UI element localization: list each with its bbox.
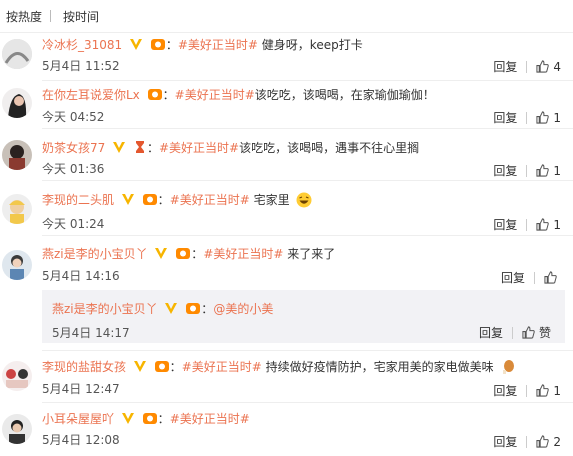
like-count: 4 bbox=[553, 59, 561, 74]
vip-v-icon[interactable] bbox=[133, 359, 147, 373]
topic-tag[interactable]: #美好正当时# bbox=[170, 412, 250, 426]
like-button[interactable]: 1 bbox=[536, 164, 561, 178]
comment-time: 5月4日 11:52 bbox=[42, 59, 120, 73]
comment-username[interactable]: 冷冰杉_31081 bbox=[42, 38, 122, 52]
comment-item: 李现的二头肌 ：#美好正当时# 宅家里 今天 01:24 回复 1 bbox=[0, 180, 573, 232]
topic-tag[interactable]: #美好正当时# bbox=[203, 247, 283, 261]
like-button[interactable]: 1 bbox=[536, 384, 561, 398]
thumbs-up-icon bbox=[536, 60, 550, 73]
reply-button[interactable]: 回复 bbox=[493, 109, 517, 126]
comment-item: 冷冰杉_31081 ：#美好正当时# 健身呀，keep打卡 5月4日 11:52… bbox=[0, 32, 573, 80]
fan-medal-icon[interactable] bbox=[175, 246, 191, 260]
fan-medal-icon[interactable] bbox=[154, 359, 170, 373]
thumbs-up-icon bbox=[522, 326, 535, 339]
like-button[interactable]: 4 bbox=[536, 60, 561, 74]
thumbs-up-icon bbox=[536, 435, 550, 448]
comment-text: 该吃吃，该喝喝，遇事不往心里搁 bbox=[239, 141, 420, 155]
fan-medal-icon[interactable] bbox=[142, 411, 158, 425]
like-count: 1 bbox=[553, 217, 561, 232]
comment-item: 李现的盐甜女孩 ：#美好正当时# 持续做好疫情防护，宅家用美的家电做美味 5月4… bbox=[0, 350, 573, 402]
fan-medal-icon[interactable] bbox=[142, 192, 158, 206]
like-count: 1 bbox=[553, 110, 561, 125]
reply-button[interactable]: 回复 bbox=[493, 382, 517, 399]
thumbs-up-icon bbox=[544, 271, 557, 284]
avatar[interactable] bbox=[2, 250, 32, 280]
drumstick-emoji-icon bbox=[503, 360, 515, 374]
thumbs-up-icon bbox=[536, 164, 550, 177]
reply-button[interactable]: 回复 bbox=[493, 162, 517, 179]
comment-time: 5月4日 12:47 bbox=[42, 382, 120, 396]
avatar[interactable] bbox=[2, 39, 32, 69]
like-count: 1 bbox=[553, 383, 561, 398]
comment-username[interactable]: 燕zi是李的小宝贝丫 bbox=[42, 247, 148, 261]
like-button[interactable] bbox=[544, 271, 561, 284]
like-button[interactable]: 1 bbox=[536, 111, 561, 125]
comment-time: 今天 04:52 bbox=[42, 110, 105, 124]
mention-link[interactable]: @美的小美 bbox=[213, 302, 273, 316]
comment-item: 小耳朵屋屋吖 ：#美好正当时# 5月4日 12:08 回复 2 bbox=[0, 402, 573, 456]
thumbs-up-icon bbox=[536, 218, 550, 231]
avatar[interactable] bbox=[2, 361, 32, 391]
vip-v-icon[interactable] bbox=[121, 411, 135, 425]
topic-tag[interactable]: #美好正当时# bbox=[182, 360, 262, 374]
comment-username[interactable]: 李现的二头肌 bbox=[42, 193, 114, 207]
sort-divider bbox=[50, 10, 52, 22]
sort-bar: 按热度 按时间 bbox=[0, 0, 573, 33]
comment-username[interactable]: 奶茶女孩77 bbox=[42, 141, 105, 155]
topic-tag[interactable]: #美好正当时# bbox=[175, 88, 255, 102]
thumbs-up-icon bbox=[536, 384, 550, 397]
avatar[interactable] bbox=[2, 88, 32, 118]
vip-v-icon[interactable] bbox=[129, 37, 143, 51]
avatar[interactable] bbox=[2, 414, 32, 444]
comment-text: 持续做好疫情防护，宅家用美的家电做美味 bbox=[261, 360, 494, 374]
comment-time: 今天 01:36 bbox=[42, 162, 105, 176]
like-button[interactable]: 2 bbox=[536, 435, 561, 449]
topic-tag[interactable]: #美好正当时# bbox=[159, 141, 239, 155]
like-label: 赞 bbox=[538, 326, 551, 340]
topic-tag[interactable]: #美好正当时# bbox=[170, 193, 250, 207]
comment-time: 5月4日 12:08 bbox=[42, 433, 120, 447]
like-button[interactable]: 1 bbox=[536, 218, 561, 232]
topic-tag[interactable]: #美好正当时# bbox=[178, 38, 258, 52]
comment-username[interactable]: 小耳朵屋屋吖 bbox=[42, 412, 114, 426]
vip-v-icon[interactable] bbox=[164, 301, 178, 315]
comment-username[interactable]: 李现的盐甜女孩 bbox=[42, 360, 126, 374]
thumbs-up-icon bbox=[536, 111, 550, 124]
fan-medal-icon[interactable] bbox=[150, 37, 166, 51]
comment-text: 该吃吃，该喝喝，在家瑜伽瑜伽！ bbox=[254, 88, 435, 102]
comment-time: 5月4日 14:16 bbox=[42, 269, 120, 283]
comment-text: 宅家里 bbox=[249, 193, 290, 207]
reply-button[interactable]: 回复 bbox=[493, 433, 517, 450]
fan-medal-icon[interactable] bbox=[147, 87, 163, 101]
reply-button[interactable]: 回复 bbox=[493, 216, 517, 233]
comment-text: 来了来了 bbox=[283, 247, 336, 261]
hourglass-icon[interactable] bbox=[133, 140, 147, 154]
sub-reply-time: 5月4日 14:17 bbox=[52, 326, 130, 340]
comment-item: 奶茶女孩77 ：#美好正当时#该吃吃，该喝喝，遇事不往心里搁 今天 01:36 … bbox=[0, 128, 573, 179]
comment-text: 健身呀，keep打卡 bbox=[257, 38, 363, 52]
avatar[interactable] bbox=[2, 140, 32, 170]
sort-by-time-tab[interactable]: 按时间 bbox=[63, 8, 99, 25]
sub-reply-box: 燕zi是李的小宝贝丫 ：@美的小美 5月4日 14:17 回复 赞 bbox=[42, 290, 565, 343]
laughing-emoji-icon bbox=[296, 192, 312, 208]
vip-v-icon[interactable] bbox=[121, 192, 135, 206]
vip-v-icon[interactable] bbox=[154, 246, 168, 260]
reply-button[interactable]: 回复 bbox=[501, 269, 525, 286]
like-count: 2 bbox=[553, 434, 561, 449]
vip-v-icon[interactable] bbox=[112, 140, 126, 154]
comment-time: 今天 01:24 bbox=[42, 217, 105, 231]
sub-reply-username[interactable]: 燕zi是李的小宝贝丫 bbox=[52, 302, 158, 316]
comment-item: 在你左耳说爱你Lx ：#美好正当时#该吃吃，该喝喝，在家瑜伽瑜伽！ 今天 04:… bbox=[0, 80, 573, 128]
fan-medal-icon[interactable] bbox=[185, 301, 201, 315]
like-button[interactable]: 赞 bbox=[522, 324, 551, 341]
avatar[interactable] bbox=[2, 194, 32, 224]
comment-username[interactable]: 在你左耳说爱你Lx bbox=[42, 88, 140, 102]
like-count: 1 bbox=[553, 163, 561, 178]
reply-button[interactable]: 回复 bbox=[493, 58, 517, 75]
reply-button[interactable]: 回复 bbox=[479, 324, 503, 341]
sort-by-hot-tab[interactable]: 按热度 bbox=[6, 8, 42, 25]
